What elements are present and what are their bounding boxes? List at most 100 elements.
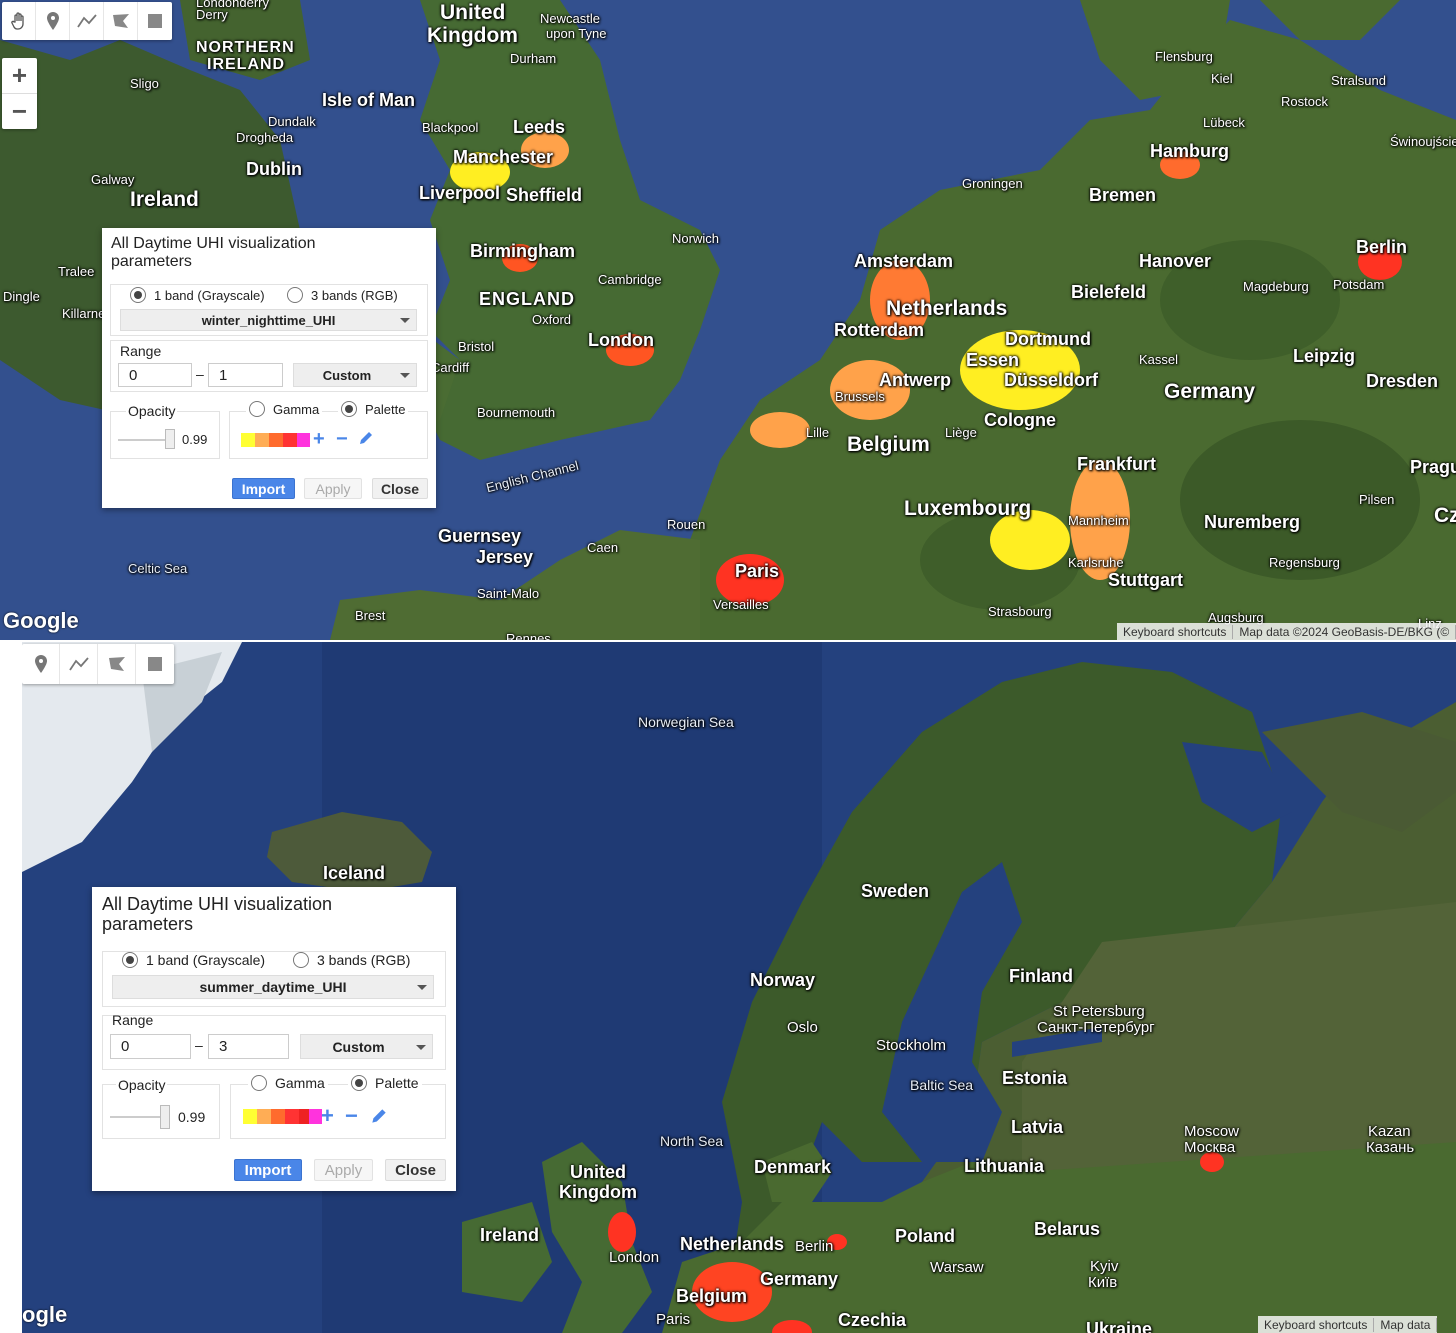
plus-icon[interactable]: +	[313, 429, 325, 449]
map-label: Świnoujście	[1390, 134, 1456, 149]
polygon-icon[interactable]	[104, 2, 138, 40]
band-select-value: summer_daytime_UHI	[199, 979, 347, 995]
range-mode-select[interactable]: Custom	[300, 1034, 433, 1059]
map-label: Lübeck	[1203, 115, 1245, 130]
map-label: Mannheim	[1068, 513, 1129, 528]
map-label: Київ	[1088, 1274, 1118, 1291]
map-data-link[interactable]: Map data ©2024 GeoBasis-DE/BKG (©	[1233, 624, 1456, 639]
map-data-link[interactable]: Map data	[1374, 1317, 1438, 1332]
gamma-label: Gamma	[275, 1075, 325, 1091]
map-label: Liège	[945, 425, 977, 440]
map-label: Essen	[966, 350, 1020, 370]
palette-option[interactable]: Palette	[338, 401, 409, 417]
gamma-label: Gamma	[273, 401, 320, 417]
map-label: Poland	[895, 1226, 956, 1246]
hand-icon[interactable]	[2, 2, 36, 40]
edit-icon[interactable]	[369, 1106, 389, 1130]
radio-button[interactable]	[249, 401, 265, 417]
apply-button[interactable]: Apply	[314, 1159, 373, 1181]
band-select[interactable]: winter_nighttime_UHI	[120, 309, 417, 331]
palette-swatch[interactable]	[243, 1109, 257, 1124]
radio-button[interactable]	[251, 1075, 267, 1091]
map-label: Newcastle	[540, 11, 600, 26]
band-select[interactable]: summer_daytime_UHI	[112, 975, 434, 999]
palette-swatches[interactable]	[243, 1109, 322, 1124]
range-min-input[interactable]: 0	[118, 363, 192, 387]
range-min-input[interactable]: 0	[110, 1034, 191, 1059]
palette-swatch[interactable]	[257, 1109, 271, 1124]
palette-swatches[interactable]	[241, 433, 310, 447]
visualization-panel: All Daytime UHI visualization parameters…	[92, 887, 456, 1191]
minus-icon[interactable]: −	[336, 429, 348, 449]
radio-button[interactable]	[287, 287, 303, 303]
range-mode-select[interactable]: Custom	[293, 363, 417, 387]
palette-swatch[interactable]	[271, 1109, 285, 1124]
marker-icon[interactable]	[36, 2, 70, 40]
map-label: Sweden	[861, 881, 930, 901]
map-label: Brest	[355, 608, 386, 623]
plus-icon[interactable]: +	[321, 1105, 334, 1127]
keyboard-shortcuts-link[interactable]: Keyboard shortcuts	[1258, 1317, 1375, 1332]
map-label: Birmingham	[470, 241, 576, 261]
range-max-input[interactable]: 1	[208, 363, 283, 387]
radio-button[interactable]	[351, 1075, 367, 1091]
band-3-option[interactable]: 3 bands (RGB)	[287, 287, 398, 303]
gamma-option[interactable]: Gamma	[248, 1075, 328, 1091]
apply-button[interactable]: Apply	[304, 478, 362, 499]
marker-icon[interactable]	[22, 644, 60, 684]
rectangle-icon[interactable]	[138, 2, 172, 40]
band-1-label: 1 band (Grayscale)	[154, 287, 265, 303]
map-label: Ireland	[130, 188, 199, 211]
opacity-slider-thumb[interactable]	[160, 1105, 170, 1129]
import-button[interactable]: Import	[232, 478, 295, 499]
close-button[interactable]: Close	[385, 1159, 446, 1181]
range-max-input[interactable]: 3	[208, 1034, 289, 1059]
map-label: Dresden	[1366, 371, 1439, 391]
palette-swatch[interactable]	[269, 433, 283, 447]
map-label: Rouen	[667, 517, 706, 532]
map-label: Dortmund	[1005, 329, 1091, 349]
opacity-value: 0.99	[182, 432, 208, 447]
palette-swatch[interactable]	[299, 1109, 309, 1124]
map-label: Strasbourg	[988, 604, 1052, 619]
top-map[interactable]: Londonderry Derry United Kingdom Newcast…	[0, 0, 1456, 640]
map-label: Derry	[196, 7, 228, 22]
edit-icon[interactable]	[357, 429, 375, 451]
keyboard-shortcuts-link[interactable]: Keyboard shortcuts	[1117, 624, 1234, 639]
minus-icon[interactable]: −	[345, 1105, 358, 1127]
band-3-option[interactable]: 3 bands (RGB)	[293, 952, 410, 968]
close-button[interactable]: Close	[372, 478, 428, 499]
zoom-out-button[interactable]: −	[2, 94, 37, 129]
opacity-slider-thumb[interactable]	[165, 429, 175, 449]
palette-option[interactable]: Palette	[348, 1075, 422, 1091]
palette-swatch[interactable]	[255, 433, 269, 447]
map-label: Finland	[1009, 966, 1073, 986]
radio-button[interactable]	[341, 401, 357, 417]
palette-swatch[interactable]	[283, 433, 297, 447]
polyline-icon[interactable]	[60, 644, 98, 684]
bottom-map[interactable]: Norwegian Sea Iceland Sweden Norway Finl…	[22, 642, 1456, 1333]
palette-swatch[interactable]	[241, 433, 255, 447]
map-label: London	[588, 330, 654, 350]
polygon-icon[interactable]	[98, 644, 136, 684]
map-label: IRELAND	[207, 56, 286, 73]
map-label: St Petersburg	[1053, 1003, 1145, 1020]
palette-swatch[interactable]	[285, 1109, 299, 1124]
radio-button[interactable]	[130, 287, 146, 303]
import-button[interactable]: Import	[234, 1159, 302, 1181]
radio-button[interactable]	[293, 952, 309, 968]
band-1-option[interactable]: 1 band (Grayscale)	[122, 952, 265, 968]
rectangle-icon[interactable]	[136, 644, 174, 684]
map-label: Bournemouth	[477, 405, 556, 420]
map-label: Warsaw	[930, 1259, 984, 1276]
palette-label: Palette	[375, 1075, 419, 1091]
band-1-option[interactable]: 1 band (Grayscale)	[130, 287, 265, 303]
gamma-option[interactable]: Gamma	[246, 401, 323, 417]
radio-button[interactable]	[122, 952, 138, 968]
map-label: Казань	[1366, 1139, 1415, 1156]
zoom-in-button[interactable]: +	[2, 58, 37, 94]
map-label: Caen	[587, 540, 619, 555]
palette-swatch[interactable]	[297, 433, 310, 447]
map-label: Baltic Sea	[910, 1077, 974, 1093]
polyline-icon[interactable]	[70, 2, 104, 40]
